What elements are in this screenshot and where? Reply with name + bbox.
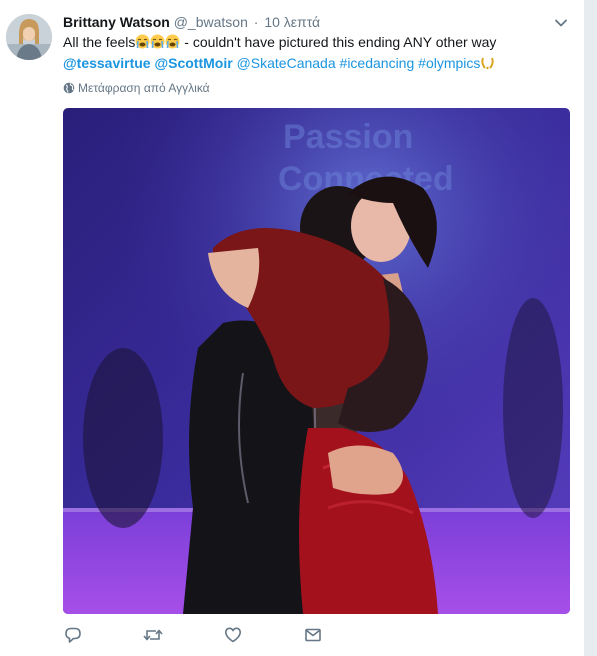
tweet-text-part-2: - couldn't have pictured this ending ANY… — [184, 34, 497, 50]
username[interactable]: @_bwatson — [174, 14, 248, 30]
retweet-icon[interactable] — [143, 626, 165, 648]
separator: · — [253, 14, 259, 30]
tweet-text: All the feels - couldn't have pictured t… — [63, 32, 563, 74]
fullname[interactable]: Brittany Watson — [63, 14, 170, 30]
tweet-card[interactable]: Brittany Watson @_bwatson · 10 λεπτά All… — [0, 0, 585, 656]
chevron-down-icon[interactable] — [553, 15, 569, 31]
tweet-text-part-1: All the feels — [63, 34, 136, 50]
crying-face-emoji-icon — [135, 34, 150, 49]
crying-face-emoji-icon — [150, 34, 165, 49]
hashtag-olympics[interactable]: #olympics — [418, 55, 480, 71]
mention-tessavirtue[interactable]: @tessavirtue — [63, 55, 151, 71]
globe-icon — [63, 82, 75, 94]
translate-label: Μετάφραση από Αγγλικά — [78, 81, 210, 95]
tweet-text-line-2: @tessavirtue @ScottMoir @SkateCanada #ic… — [63, 53, 563, 74]
tweet-header: Brittany Watson @_bwatson · 10 λεπτά — [63, 13, 320, 31]
tweet-photo[interactable]: Passion Connected — [63, 108, 570, 614]
mention-skatecanada[interactable]: @SkateCanada — [237, 55, 336, 71]
olympics-hashflag-icon — [480, 55, 495, 70]
avatar[interactable] — [6, 14, 52, 60]
tweet-text-line-1: All the feels - couldn't have pictured t… — [63, 32, 563, 53]
crying-face-emoji-icon — [165, 34, 180, 49]
mention-scottmoir[interactable]: @ScottMoir — [154, 55, 232, 71]
timestamp[interactable]: 10 λεπτά — [264, 14, 320, 30]
translate-link[interactable]: Μετάφραση από Αγγλικά — [63, 80, 210, 96]
heart-icon[interactable] — [224, 626, 246, 648]
envelope-icon[interactable] — [304, 626, 326, 648]
reply-icon[interactable] — [64, 626, 86, 648]
media-banner-text-1: Passion — [283, 118, 413, 156]
hashtag-icedancing[interactable]: #icedancing — [340, 55, 415, 71]
tweet-actions — [63, 626, 363, 648]
